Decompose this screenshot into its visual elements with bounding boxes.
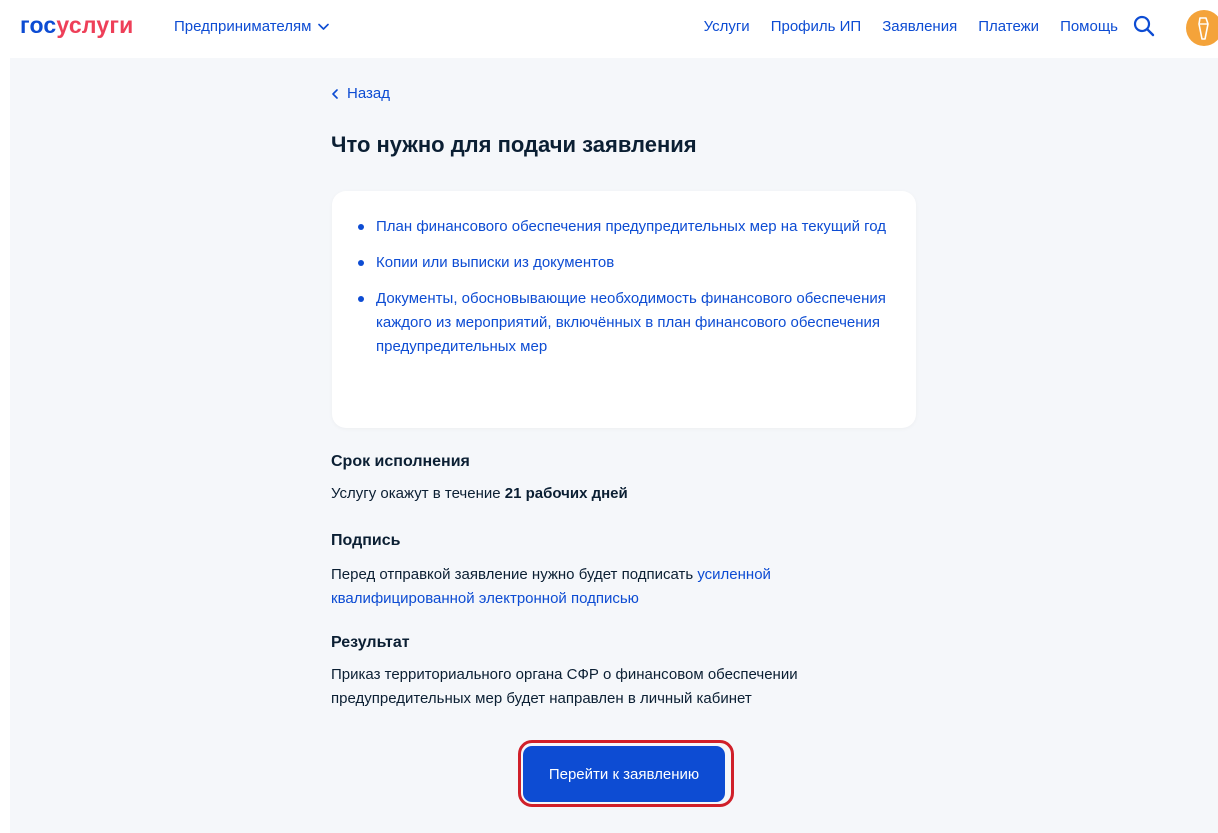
requirements-list: План финансового обеспечения предупредит… [356,215,896,371]
search-icon[interactable] [1132,14,1156,38]
requirement-item[interactable]: Копии или выписки из документов [356,251,896,275]
bullet-icon [358,224,364,230]
gosuslugi-logo[interactable]: госуслуги [20,14,133,37]
segment-label: Предпринимателям [174,18,312,35]
site-header: госуслуги Предпринимателям Услуги Профил… [0,0,1218,58]
result-text: Приказ территориального органа СФР о фин… [331,666,798,707]
logo-part-uslugi: услуги [56,12,134,38]
signature-text: Перед отправкой заявление нужно будет по… [331,563,821,611]
back-link-label: Назад [347,85,390,102]
signature-text-prefix: Перед отправкой заявление нужно будет по… [331,566,698,583]
nav-item-profile[interactable]: Профиль ИП [771,18,861,35]
nav-item-payments[interactable]: Платежи [978,18,1039,35]
chevron-left-icon [332,88,338,99]
signature-title: Подпись [331,532,401,549]
deadline-text: Услугу окажут в течение 21 рабочих дней [331,482,851,506]
page-title: Что нужно для подачи заявления [331,132,697,157]
logo-part-gos: гос [20,12,57,38]
nav-item-applications[interactable]: Заявления [882,18,957,35]
avatar[interactable] [1186,10,1218,46]
result-title: Результат [331,634,410,651]
avatar-icon [1186,10,1218,46]
deadline-text-prefix: Услугу окажут в течение [331,485,505,502]
content-area [10,58,1218,833]
requirement-item[interactable]: Документы, обосновывающие необходимость … [356,287,896,359]
back-link[interactable]: Назад [331,85,390,102]
deadline-title: Срок исполнения [331,453,470,470]
requirement-text: Документы, обосновывающие необходимость … [376,290,886,355]
segment-switcher[interactable]: Предпринимателям [174,18,330,35]
bullet-icon [358,296,364,302]
bullet-icon [358,260,364,266]
go-to-application-button[interactable]: Перейти к заявлению [523,746,725,802]
requirement-text: Копии или выписки из документов [376,254,615,271]
chevron-down-icon [318,23,330,30]
main-nav: Услуги Профиль ИП Заявления Платежи Помо… [704,18,1118,35]
requirement-text: План финансового обеспечения предупредит… [376,218,887,235]
requirements-card: План финансового обеспечения предупредит… [332,191,916,428]
nav-item-services[interactable]: Услуги [704,18,750,35]
requirement-item[interactable]: План финансового обеспечения предупредит… [356,215,896,239]
nav-item-help[interactable]: Помощь [1060,18,1118,35]
deadline-value: 21 рабочих дней [504,485,628,502]
